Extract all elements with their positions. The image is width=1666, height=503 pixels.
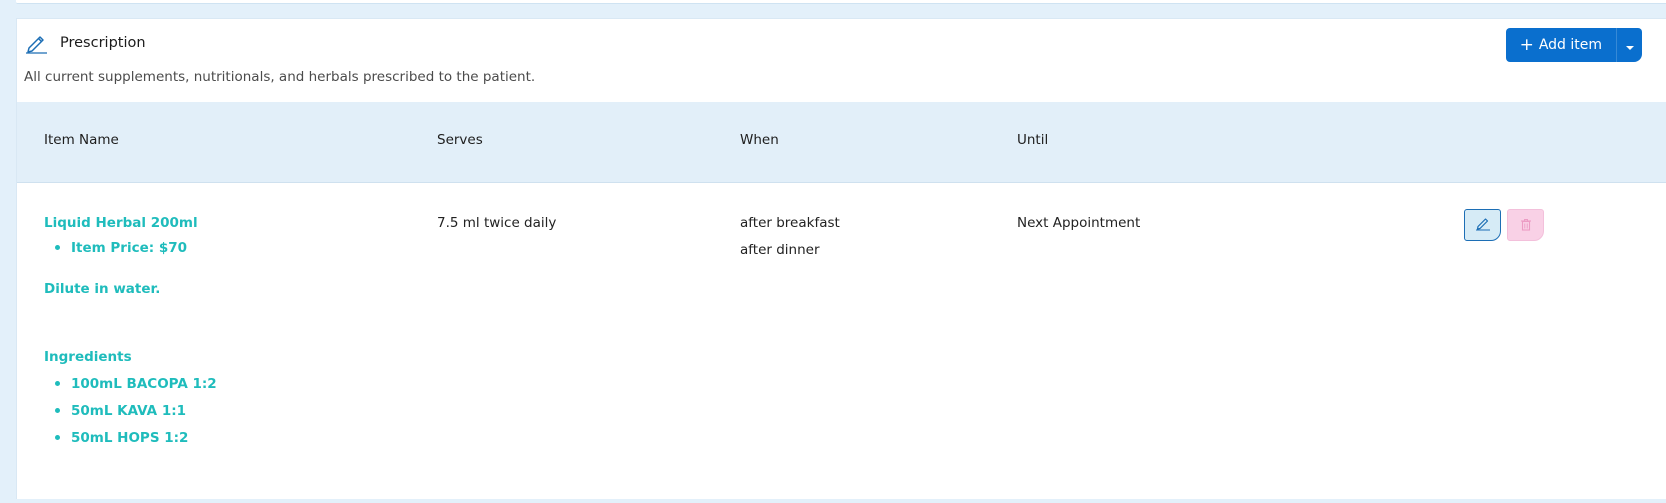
ingredient-item: 50mL HOPS 1:2 [44, 429, 404, 456]
add-item-split-button: + Add item [1505, 28, 1642, 62]
pen-icon [25, 31, 48, 54]
item-name-cell: Liquid Herbal 200ml Item Price: $70 Dilu… [44, 214, 404, 456]
column-header-when: When [740, 132, 779, 148]
trash-icon [1520, 216, 1532, 235]
item-note: Dilute in water. [44, 281, 161, 297]
edit-item-button[interactable] [1464, 209, 1501, 241]
column-header-until: Until [1017, 132, 1049, 148]
title-row: Prescription [25, 31, 146, 54]
plus-icon: + [1519, 34, 1534, 55]
when-cell: after breakfast after dinner [740, 214, 840, 259]
column-header-serves: Serves [437, 132, 483, 148]
item-price: Item Price: $70 [44, 239, 404, 266]
pen-icon [1475, 215, 1491, 235]
when-item: after breakfast [740, 215, 840, 231]
add-item-dropdown-toggle[interactable] [1616, 28, 1642, 62]
prescription-card: Prescription All current supplements, nu… [16, 18, 1666, 499]
delete-item-button[interactable] [1507, 209, 1544, 241]
column-header-item-name: Item Name [44, 132, 119, 148]
serves-cell: 7.5 ml twice daily [437, 215, 557, 231]
ingredient-item: 100mL BACOPA 1:2 [44, 375, 404, 402]
card-header: Prescription All current supplements, nu… [17, 19, 1666, 107]
section-title: Prescription [60, 34, 146, 51]
add-item-label: Add item [1538, 37, 1602, 53]
item-name: Liquid Herbal 200ml [44, 215, 198, 231]
item-details-list: Item Price: $70 [44, 239, 404, 266]
until-cell: Next Appointment [1017, 215, 1141, 231]
add-item-button[interactable]: + Add item [1506, 28, 1616, 62]
previous-card-edge [16, 0, 1666, 4]
ingredient-item: 50mL KAVA 1:1 [44, 402, 404, 429]
when-item: after dinner [740, 242, 820, 258]
caret-down-icon [1625, 36, 1635, 55]
table-header: Item Name Serves When Until [17, 102, 1666, 183]
section-subtitle: All current supplements, nutritionals, a… [24, 69, 536, 85]
table-row: Liquid Herbal 200ml Item Price: $70 Dilu… [17, 183, 1666, 503]
ingredients-heading: Ingredients [44, 349, 132, 365]
ingredients-list: 100mL BACOPA 1:2 50mL KAVA 1:1 50mL HOPS… [44, 375, 404, 456]
